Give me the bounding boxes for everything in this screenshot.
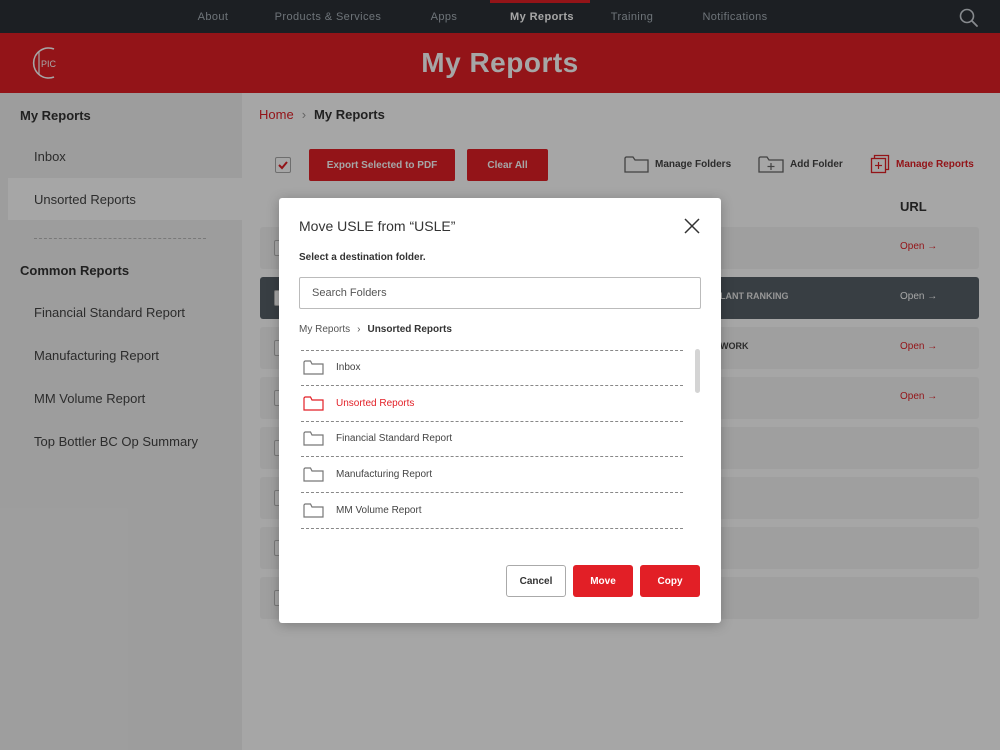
folder-icon bbox=[303, 503, 324, 518]
folder-icon bbox=[303, 467, 324, 482]
cancel-button[interactable]: Cancel bbox=[506, 565, 566, 597]
dialog-breadcrumb-current: Unsorted Reports bbox=[367, 324, 452, 335]
folder-item-unsorted-reports[interactable]: Unsorted Reports bbox=[301, 386, 683, 422]
copy-button[interactable]: Copy bbox=[640, 565, 700, 597]
folder-item-inbox[interactable]: Inbox bbox=[301, 350, 683, 386]
folder-item-label: Inbox bbox=[336, 361, 361, 373]
folder-item-label: Unsorted Reports bbox=[336, 397, 415, 409]
dialog-title: Move USLE from “USLE” bbox=[299, 218, 456, 234]
dialog-breadcrumb-separator: › bbox=[357, 324, 361, 335]
folder-item-mm-volume-report[interactable]: MM Volume Report bbox=[301, 493, 683, 529]
folder-icon bbox=[303, 360, 324, 375]
folder-item-manufacturing-report[interactable]: Manufacturing Report bbox=[301, 457, 683, 494]
folder-item-label: Manufacturing Report bbox=[336, 469, 433, 481]
folder-item-label: Financial Standard Report bbox=[336, 433, 453, 445]
move-report-dialog: Move USLE from “USLE” Select a destinati… bbox=[279, 198, 721, 623]
folder-icon bbox=[303, 396, 324, 411]
folder-icon bbox=[303, 431, 324, 447]
folder-item-financial-standard-report[interactable]: Financial Standard Report bbox=[301, 422, 683, 458]
dialog-breadcrumb-root[interactable]: My Reports bbox=[299, 324, 350, 335]
dialog-subtitle: Select a destination folder. bbox=[299, 252, 426, 263]
move-button[interactable]: Move bbox=[573, 565, 633, 597]
folder-search-input[interactable] bbox=[299, 277, 701, 309]
dialog-breadcrumb: My Reports › Unsorted Reports bbox=[299, 324, 452, 335]
folder-list: Inbox Unsorted Reports Financial Standar… bbox=[301, 350, 683, 530]
close-icon[interactable] bbox=[682, 216, 702, 236]
folder-item-label: MM Volume Report bbox=[336, 505, 422, 517]
folder-list-scrollbar[interactable] bbox=[695, 349, 700, 393]
